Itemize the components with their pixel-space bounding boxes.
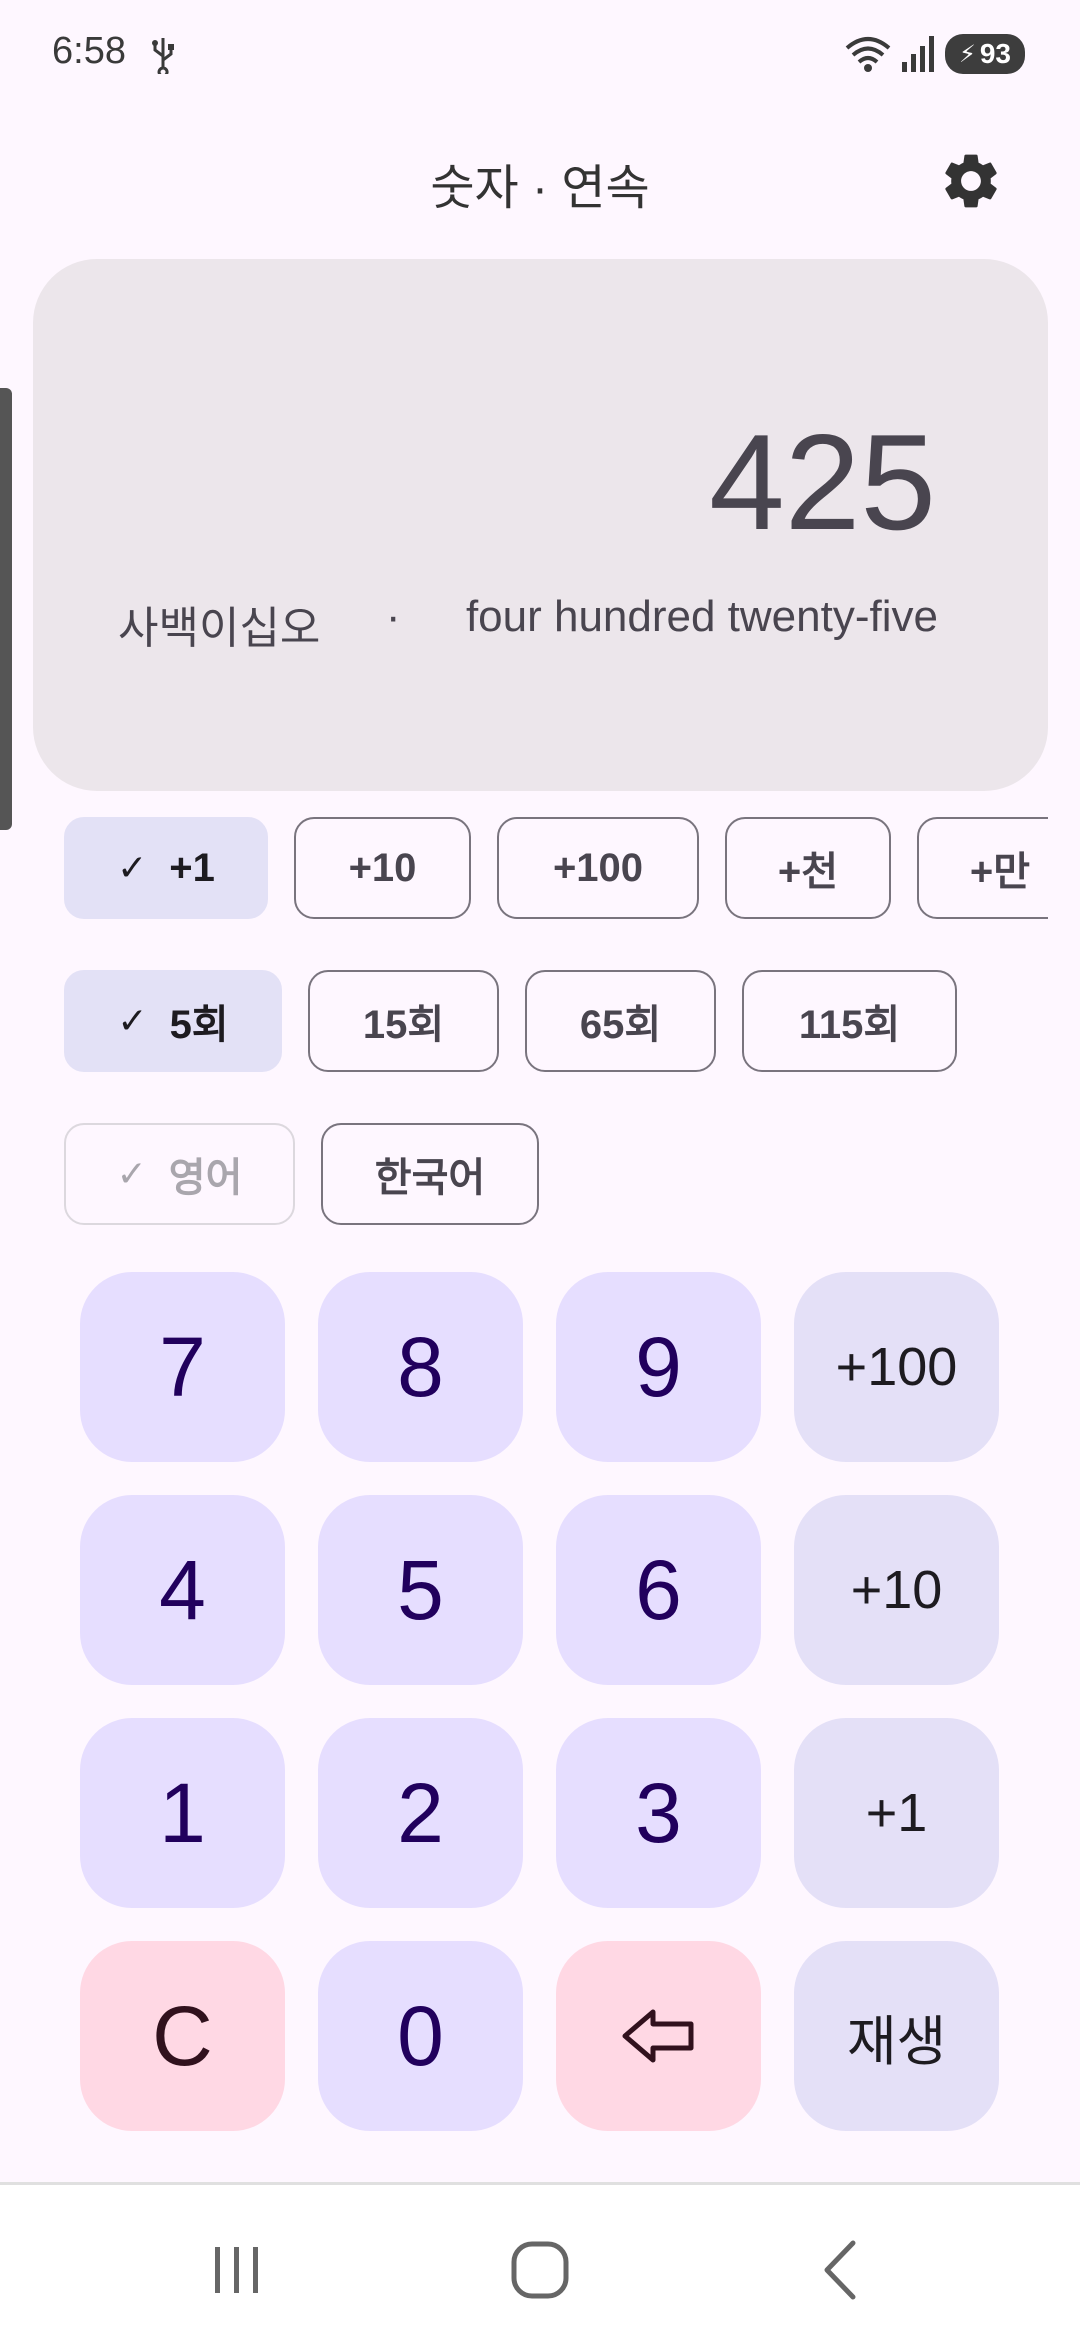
backspace-arrow-icon <box>622 2009 693 2063</box>
english-reading: four hundred twenty-five <box>465 592 938 641</box>
key-4[interactable]: 4 <box>80 1495 285 1685</box>
usb-icon <box>152 38 174 74</box>
signal-icon <box>902 36 934 72</box>
key-2[interactable]: 2 <box>318 1718 523 1908</box>
language-chip-row: ✓ 영어 한국어 <box>64 1123 539 1225</box>
chip-count-5[interactable]: ✓ 5회 <box>64 970 282 1072</box>
count-chip-row: ✓ 5회 15회 65회 115회 <box>64 970 957 1072</box>
chip-label: 115회 <box>798 1003 901 1047</box>
chip-step-thousand[interactable]: +천 <box>725 817 891 919</box>
status-bar: 6:58 ⚡ 93 <box>0 0 1080 110</box>
chip-step-ten-thousand[interactable]: +만 <box>917 817 1048 919</box>
chip-label: +100 <box>552 845 644 890</box>
chip-count-65[interactable]: 65회 <box>525 970 716 1072</box>
system-nav-bar <box>0 2182 1080 2343</box>
chip-label: 65회 <box>579 1003 662 1047</box>
number-display-card: 425 사백이십오 · four hundred twenty-five <box>33 259 1048 791</box>
key-8[interactable]: 8 <box>318 1272 523 1462</box>
number-words: 사백이십오 · four hundred twenty-five <box>118 592 938 656</box>
play-button[interactable]: 재생 <box>794 1941 999 2131</box>
chip-label: +천 <box>777 850 839 894</box>
chip-lang-korean[interactable]: 한국어 <box>321 1123 539 1225</box>
chip-count-115[interactable]: 115회 <box>742 970 957 1072</box>
key-0[interactable]: 0 <box>318 1941 523 2131</box>
chip-step-10[interactable]: +10 <box>294 817 471 919</box>
chip-label: 5회 <box>169 1003 229 1047</box>
check-icon: ✓ <box>117 1000 148 1041</box>
key-5[interactable]: 5 <box>318 1495 523 1685</box>
home-icon[interactable] <box>500 2235 580 2305</box>
battery-level: 93 <box>979 38 1011 69</box>
page-title: 숫자 · 연속 <box>430 162 650 215</box>
status-time: 6:58 <box>52 30 126 72</box>
separator-dot: · <box>385 592 401 641</box>
step-chip-row: ✓ +1 +10 +100 +천 +만 <box>64 817 1048 919</box>
key-9[interactable]: 9 <box>556 1272 761 1462</box>
chip-label: 한국어 <box>374 1156 486 1200</box>
korean-reading: 사백이십오 <box>118 604 321 653</box>
chip-lang-english[interactable]: ✓ 영어 <box>64 1123 295 1225</box>
chip-label: +만 <box>969 850 1031 894</box>
chip-label: +1 <box>169 845 215 890</box>
clear-button[interactable]: C <box>80 1941 285 2131</box>
wifi-icon <box>845 37 891 72</box>
chip-step-100[interactable]: +100 <box>497 817 699 919</box>
key-1[interactable]: 1 <box>80 1718 285 1908</box>
edge-panel-handle[interactable] <box>0 388 12 830</box>
gear-icon[interactable] <box>938 148 1004 214</box>
chip-label: 15회 <box>362 1003 445 1047</box>
key-plus-10[interactable]: +10 <box>794 1495 999 1685</box>
key-plus-100[interactable]: +100 <box>794 1272 999 1462</box>
check-icon: ✓ <box>117 847 148 888</box>
key-plus-1[interactable]: +1 <box>794 1718 999 1908</box>
key-7[interactable]: 7 <box>80 1272 285 1462</box>
chip-count-15[interactable]: 15회 <box>308 970 499 1072</box>
chip-label: +10 <box>348 845 417 890</box>
check-icon: ✓ <box>116 1153 147 1194</box>
backspace-button[interactable] <box>556 1941 761 2131</box>
key-3[interactable]: 3 <box>556 1718 761 1908</box>
chip-label: 영어 <box>168 1156 243 1200</box>
recent-apps-icon[interactable] <box>197 2235 277 2305</box>
key-6[interactable]: 6 <box>556 1495 761 1685</box>
battery-icon: ⚡ 93 <box>945 34 1025 74</box>
display-number: 425 <box>709 406 936 558</box>
chip-step-1[interactable]: ✓ +1 <box>64 817 268 919</box>
back-icon[interactable] <box>803 2235 883 2305</box>
